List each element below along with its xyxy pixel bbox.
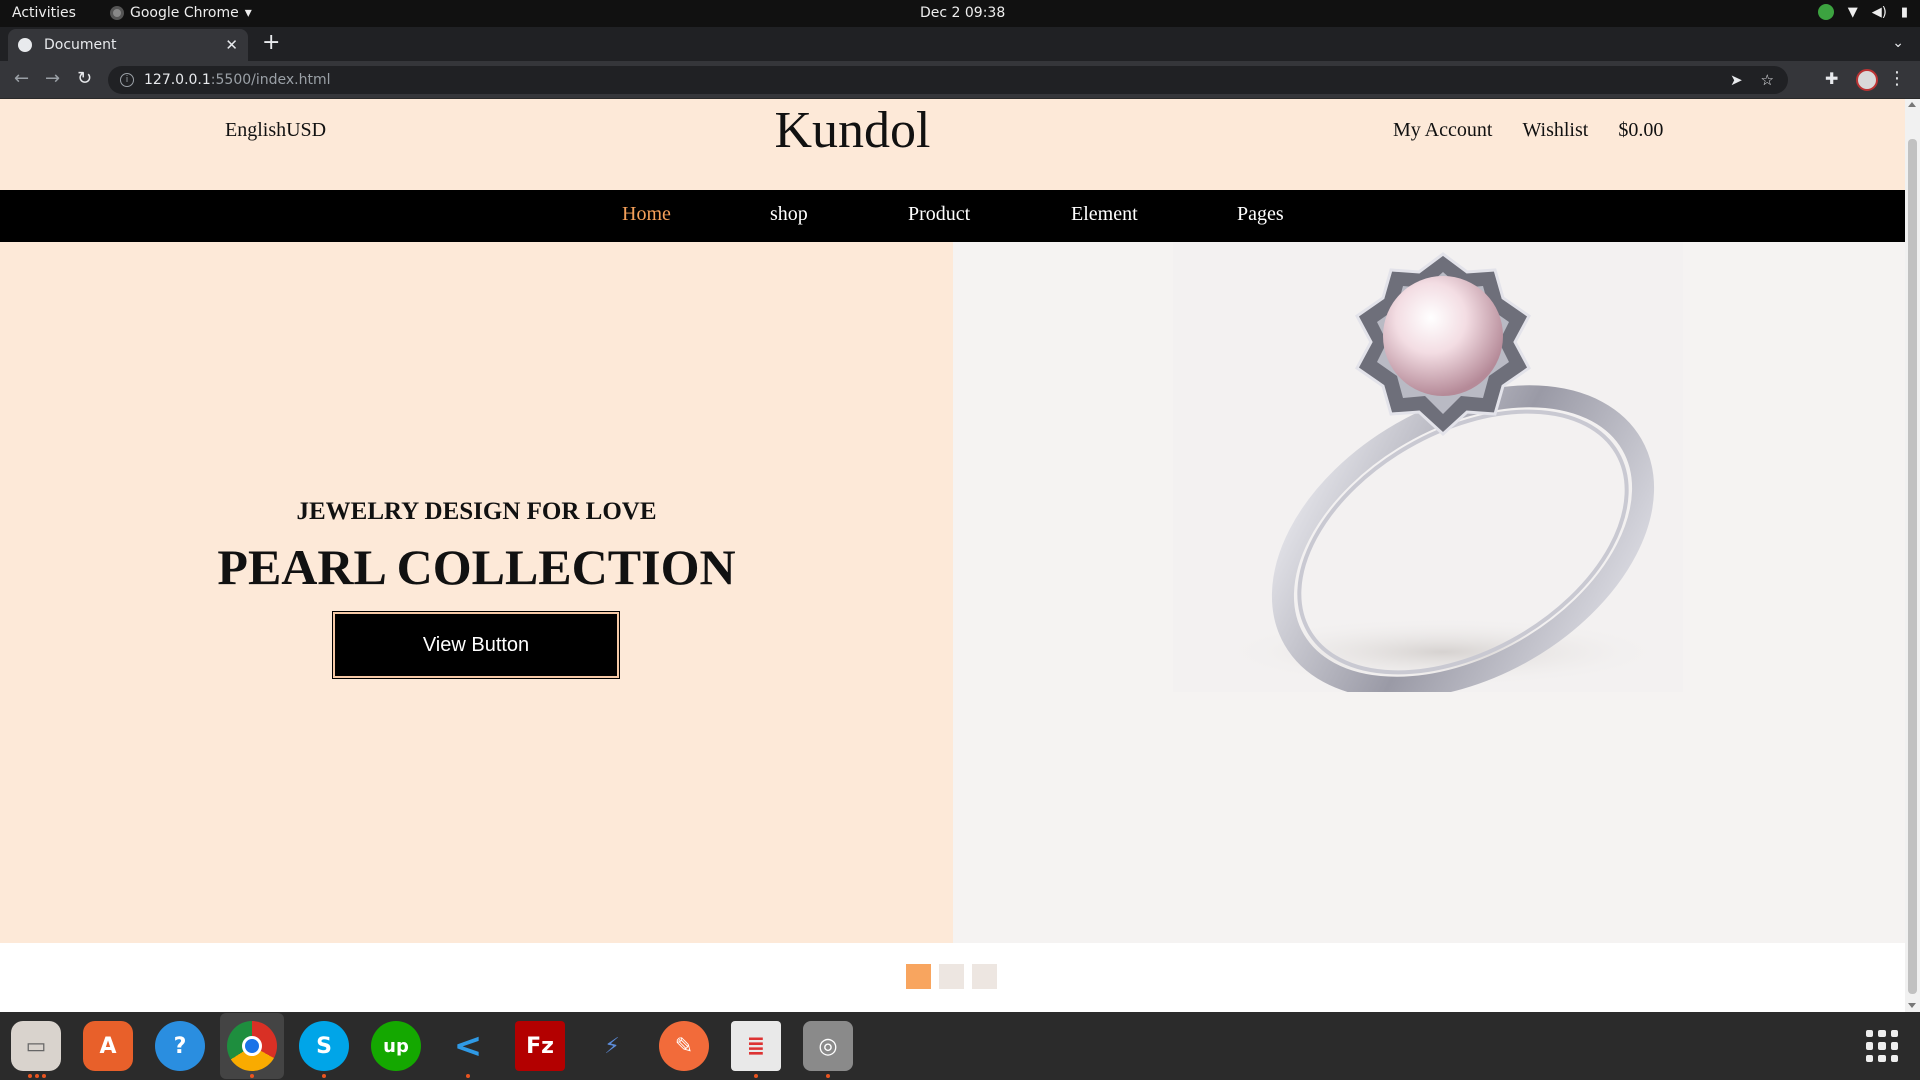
header-links: My Account Wishlist $0.00: [1393, 119, 1663, 142]
system-top-bar: Activities Google Chrome ▾ Dec 2 09:38 ▼…: [0, 0, 1920, 27]
battery-icon[interactable]: ▮: [1901, 5, 1908, 20]
back-arrow-icon[interactable]: ←: [14, 69, 29, 89]
close-icon[interactable]: ✕: [225, 36, 238, 54]
disks-icon[interactable]: ◎: [803, 1021, 853, 1071]
system-tray[interactable]: ▼ ◀) ▮: [1817, 4, 1908, 20]
running-indicator: [466, 1074, 470, 1078]
page-viewport: EnglishUSD Kundol My Account Wishlist $0…: [0, 99, 1920, 1012]
scrollbar-thumb[interactable]: [1908, 139, 1917, 994]
remote-desktop-icon[interactable]: ⚡: [587, 1021, 637, 1071]
nav-pages[interactable]: Pages: [1237, 203, 1284, 226]
ubuntu-dock: ▭ A ? S up < Fz ⚡ ✎ ≣ ◎: [0, 1012, 1920, 1080]
show-applications-grid-icon[interactable]: [1866, 1030, 1898, 1062]
vscode-icon[interactable]: <: [443, 1021, 493, 1071]
running-indicator: [28, 1074, 32, 1078]
app-menu[interactable]: Google Chrome ▾: [110, 5, 252, 21]
hero-subtitle: JEWELRY DESIGN FOR LOVE: [296, 498, 657, 525]
hero-text-panel: JEWELRY DESIGN FOR LOVE PEARL COLLECTION…: [0, 242, 953, 943]
hero-title: PEARL COLLECTION: [217, 539, 736, 595]
info-icon[interactable]: i: [120, 73, 134, 87]
ubuntu-software-icon[interactable]: A: [83, 1021, 133, 1071]
upwork-icon[interactable]: up: [371, 1021, 421, 1071]
nav-home[interactable]: Home: [622, 203, 671, 226]
browser-toolbar: ← → ↻ i 127.0.0.1:5500/index.html ➤ ☆ ✚ …: [0, 61, 1920, 99]
url-path: :5500/index.html: [210, 72, 331, 88]
tab-title: Document: [44, 37, 117, 53]
volume-icon[interactable]: ◀): [1872, 5, 1887, 20]
update-notifier-icon[interactable]: [1817, 4, 1834, 20]
clock[interactable]: Dec 2 09:38: [920, 5, 1005, 21]
slider-pagination: [906, 964, 997, 989]
running-indicator: [42, 1074, 46, 1078]
chrome-mini-icon: [110, 6, 124, 20]
view-button[interactable]: View Button: [332, 611, 620, 679]
tab-document[interactable]: Document ✕: [8, 29, 248, 61]
address-bar[interactable]: i 127.0.0.1:5500/index.html ➤ ☆: [108, 66, 1788, 94]
globe-icon: [18, 38, 32, 52]
main-nav: Home shop Product Element Pages: [0, 190, 1905, 242]
cart-total-link[interactable]: $0.00: [1618, 119, 1663, 142]
menu-kebab-icon[interactable]: ⋮: [1888, 68, 1906, 89]
slider-dot-1[interactable]: [906, 964, 931, 989]
help-icon[interactable]: ?: [155, 1021, 205, 1071]
tab-search-chevron-icon[interactable]: ⌄: [1892, 35, 1904, 51]
url-host: 127.0.0.1: [144, 72, 211, 88]
running-indicator: [754, 1074, 758, 1078]
files-icon[interactable]: ▭: [11, 1021, 61, 1071]
scroll-up-arrow-icon[interactable]: [1908, 102, 1916, 107]
bookmark-star-icon[interactable]: ☆: [1761, 71, 1774, 89]
document-viewer-icon[interactable]: ≣: [731, 1021, 781, 1071]
profile-avatar[interactable]: [1856, 69, 1878, 91]
app-menu-label: Google Chrome: [130, 5, 239, 21]
nav-product[interactable]: Product: [908, 203, 970, 226]
running-indicator: [250, 1074, 254, 1078]
slider-dot-2[interactable]: [939, 964, 964, 989]
skype-icon[interactable]: S: [299, 1021, 349, 1071]
wifi-icon[interactable]: ▼: [1848, 5, 1858, 20]
caret-down-icon: ▾: [244, 5, 252, 21]
nav-element[interactable]: Element: [1071, 203, 1138, 226]
page-scrollbar[interactable]: [1905, 99, 1920, 1012]
reload-icon[interactable]: ↻: [77, 69, 92, 89]
extensions-puzzle-icon[interactable]: ✚: [1825, 69, 1838, 88]
chrome-icon[interactable]: [227, 1021, 277, 1071]
scroll-down-arrow-icon[interactable]: [1908, 1003, 1916, 1008]
filezilla-icon[interactable]: Fz: [515, 1021, 565, 1071]
running-indicator: [35, 1074, 39, 1078]
forward-arrow-icon[interactable]: →: [45, 69, 60, 89]
wishlist-link[interactable]: Wishlist: [1522, 119, 1588, 142]
send-icon[interactable]: ➤: [1730, 71, 1743, 89]
running-indicator: [826, 1074, 830, 1078]
slider-dot-3[interactable]: [972, 964, 997, 989]
site-header: EnglishUSD Kundol My Account Wishlist $0…: [0, 99, 1905, 190]
new-tab-plus-icon[interactable]: +: [262, 32, 280, 54]
running-indicator: [322, 1074, 326, 1078]
nav-shop[interactable]: shop: [770, 203, 808, 226]
pearl-ring-image: [1173, 242, 1683, 692]
my-account-link[interactable]: My Account: [1393, 119, 1492, 142]
tab-strip: Document ✕ + ⌄: [0, 27, 1920, 61]
postman-icon[interactable]: ✎: [659, 1021, 709, 1071]
activities-button[interactable]: Activities: [12, 5, 76, 21]
hero-image-panel: [953, 242, 1905, 943]
